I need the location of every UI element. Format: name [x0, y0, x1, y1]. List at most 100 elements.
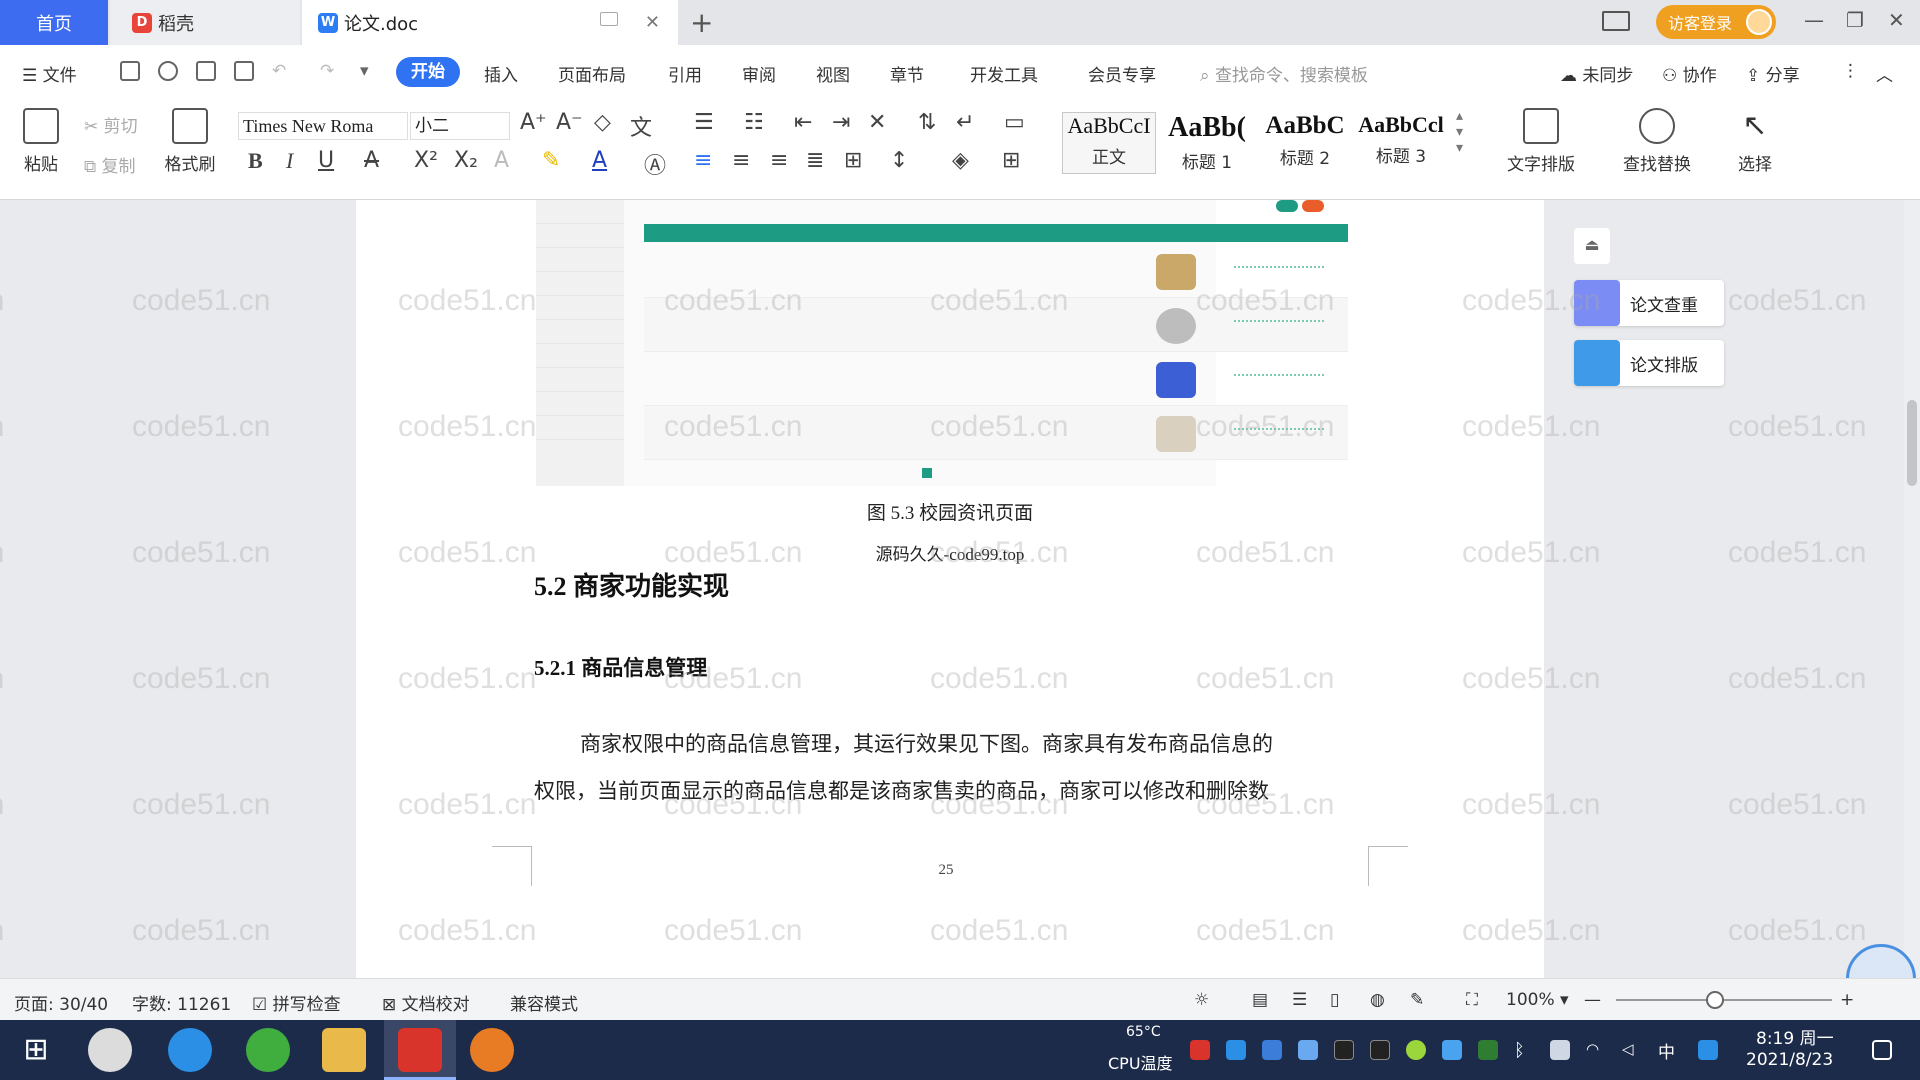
proofread-button[interactable]: ⊠ 文档校对 [382, 990, 470, 1015]
menu-view[interactable]: 视图 [816, 61, 850, 86]
menu-insert[interactable]: 插入 [484, 61, 518, 86]
grow-font-icon[interactable]: A⁺ [520, 110, 547, 135]
undo-icon[interactable]: ↶ [272, 61, 286, 81]
phonetic-guide-icon[interactable]: 文 [630, 110, 652, 142]
highlight-icon[interactable]: ✎ [542, 148, 560, 173]
italic-icon[interactable]: I [286, 148, 293, 174]
tab-document[interactable]: W 论文.doc ✕ [302, 0, 678, 45]
zoom-slider-knob[interactable] [1706, 991, 1724, 1009]
desktop-icon[interactable] [600, 12, 618, 26]
tab-daoke[interactable]: D 稻壳 [110, 0, 300, 45]
collaborate-button[interactable]: ⚇ 协作 [1662, 61, 1717, 86]
word-count[interactable]: 字数: 11261 [132, 990, 231, 1015]
security-shield-icon[interactable] [1298, 1040, 1318, 1060]
align-center-icon[interactable]: ≡ [732, 148, 750, 173]
fit-page-icon[interactable]: ⛶ [1466, 990, 1478, 1010]
text-layout-button[interactable]: 文字排版 [1494, 108, 1588, 175]
command-search[interactable]: ⌕ 查找命令、搜索模板 [1200, 61, 1368, 86]
notification-center-icon[interactable] [1872, 1040, 1892, 1060]
show-marks-icon[interactable]: ↵ [956, 110, 974, 135]
save-icon[interactable] [120, 61, 140, 81]
file-explorer-icon[interactable] [322, 1028, 366, 1072]
bold-icon[interactable]: B [248, 148, 263, 174]
collapse-panel-icon[interactable]: ⏏ [1574, 228, 1610, 264]
clock-date[interactable]: 2021/8/23 [1746, 1050, 1833, 1070]
menu-references[interactable]: 引用 [668, 61, 702, 86]
spell-check-button[interactable]: ☑ 拼写检查 [252, 990, 341, 1015]
line-spacing-icon[interactable]: ↕ [890, 148, 908, 173]
zoom-out-icon[interactable]: — [1584, 990, 1601, 1010]
underline-icon[interactable]: U [318, 148, 334, 173]
borders-icon[interactable]: ⊞ [1002, 148, 1020, 173]
style-heading-2[interactable]: AaBbC 标题 2 [1258, 112, 1352, 174]
style-normal[interactable]: AaBbCcI 正文 [1062, 112, 1156, 174]
strikethrough-icon[interactable]: A [364, 148, 379, 173]
menu-start[interactable]: 开始 [396, 57, 460, 87]
font-size-select[interactable]: 小二 [410, 112, 510, 140]
menu-review[interactable]: 审阅 [742, 61, 776, 86]
more-options-icon[interactable]: ⋮ [1842, 61, 1859, 81]
input-method-icon[interactable] [1698, 1040, 1718, 1060]
char-border-icon[interactable]: Ⓐ [644, 148, 666, 180]
tray-app-icon[interactable] [1226, 1040, 1246, 1060]
qq-icon[interactable] [1370, 1040, 1390, 1060]
distributed-icon[interactable]: ⊞ [844, 148, 862, 173]
reading-view-icon[interactable]: ▯ [1330, 990, 1339, 1010]
battery-icon[interactable] [1550, 1040, 1570, 1060]
zoom-select[interactable]: 100% ▾ [1506, 990, 1569, 1010]
close-tab-icon[interactable]: ✕ [645, 12, 660, 33]
internet-explorer-icon[interactable] [168, 1028, 212, 1072]
eye-protection-icon[interactable]: ☼ [1194, 990, 1209, 1010]
vertical-scrollbar[interactable] [1904, 200, 1920, 978]
redo-icon[interactable]: ↷ [320, 61, 334, 81]
text-effect-icon[interactable]: A [494, 148, 509, 173]
style-heading-1[interactable]: AaBb( 标题 1 [1160, 112, 1254, 174]
sort-icon[interactable]: ⇅ [918, 110, 936, 135]
menu-member[interactable]: 会员专享 [1088, 61, 1156, 86]
increase-indent-icon[interactable]: ⇥ [832, 110, 850, 135]
sync-button[interactable]: ☁ 未同步 [1560, 61, 1633, 86]
cut-button[interactable]: ✂ 剪切 [84, 112, 138, 137]
wifi-icon[interactable]: ◠ [1586, 1040, 1606, 1060]
clock-time[interactable]: 8:19 周一 [1756, 1024, 1834, 1049]
zoom-slider[interactable] [1616, 999, 1832, 1001]
decrease-indent-icon[interactable]: ⇤ [794, 110, 812, 135]
clear-format-icon[interactable]: ◇ [594, 110, 611, 135]
outline-view-icon[interactable]: ☰ [1292, 990, 1307, 1010]
align-right-icon[interactable]: ≡ [770, 148, 788, 173]
browser-360-icon[interactable] [246, 1028, 290, 1072]
format-painter-button[interactable]: 格式刷 [160, 108, 220, 175]
tray-app-icon[interactable] [1262, 1040, 1282, 1060]
zoom-in-icon[interactable]: + [1840, 990, 1854, 1010]
menu-file[interactable]: ☰ 文件 [22, 61, 77, 86]
close-window-icon[interactable]: ✕ [1888, 8, 1905, 32]
pen-icon[interactable]: ✎ [1410, 990, 1424, 1010]
numbered-list-icon[interactable]: ☷ [744, 110, 764, 135]
web-view-icon[interactable]: ◍ [1370, 990, 1385, 1010]
print-preview-icon[interactable] [234, 61, 254, 81]
tray-app-icon[interactable] [1442, 1040, 1462, 1060]
bullet-list-icon[interactable]: ☰ [694, 110, 714, 135]
paper-format-button[interactable]: 论文排版 [1574, 340, 1724, 386]
output-pdf-icon[interactable] [158, 61, 178, 81]
style-heading-3[interactable]: AaBbCcl 标题 3 [1354, 112, 1448, 174]
fan-app-icon[interactable] [88, 1028, 132, 1072]
new-tab-icon[interactable]: + [690, 6, 713, 39]
nvidia-icon[interactable] [1478, 1040, 1498, 1060]
volume-icon[interactable]: ◁ [1622, 1040, 1642, 1060]
menu-chapter[interactable]: 章节 [890, 61, 924, 86]
print-icon[interactable] [196, 61, 216, 81]
page-view-icon[interactable]: ▤ [1252, 990, 1268, 1010]
bluetooth-icon[interactable]: ᛒ [1514, 1040, 1534, 1061]
subscript-icon[interactable]: X₂ [454, 148, 478, 173]
scrollbar-thumb[interactable] [1907, 400, 1917, 486]
windows-start-icon[interactable]: ⊞ [14, 1028, 58, 1072]
ruler-icon[interactable]: ▭ [1004, 110, 1025, 135]
qq-icon[interactable] [1334, 1040, 1354, 1060]
input-method[interactable]: 中 [1658, 1038, 1675, 1063]
taskbar-active-app[interactable] [384, 1020, 456, 1080]
page-count[interactable]: 页面: 30/40 [14, 990, 108, 1015]
window-layout-icon[interactable] [1602, 11, 1630, 31]
restore-icon[interactable]: ❐ [1846, 8, 1864, 32]
shading-icon[interactable]: ◈ [952, 148, 969, 173]
